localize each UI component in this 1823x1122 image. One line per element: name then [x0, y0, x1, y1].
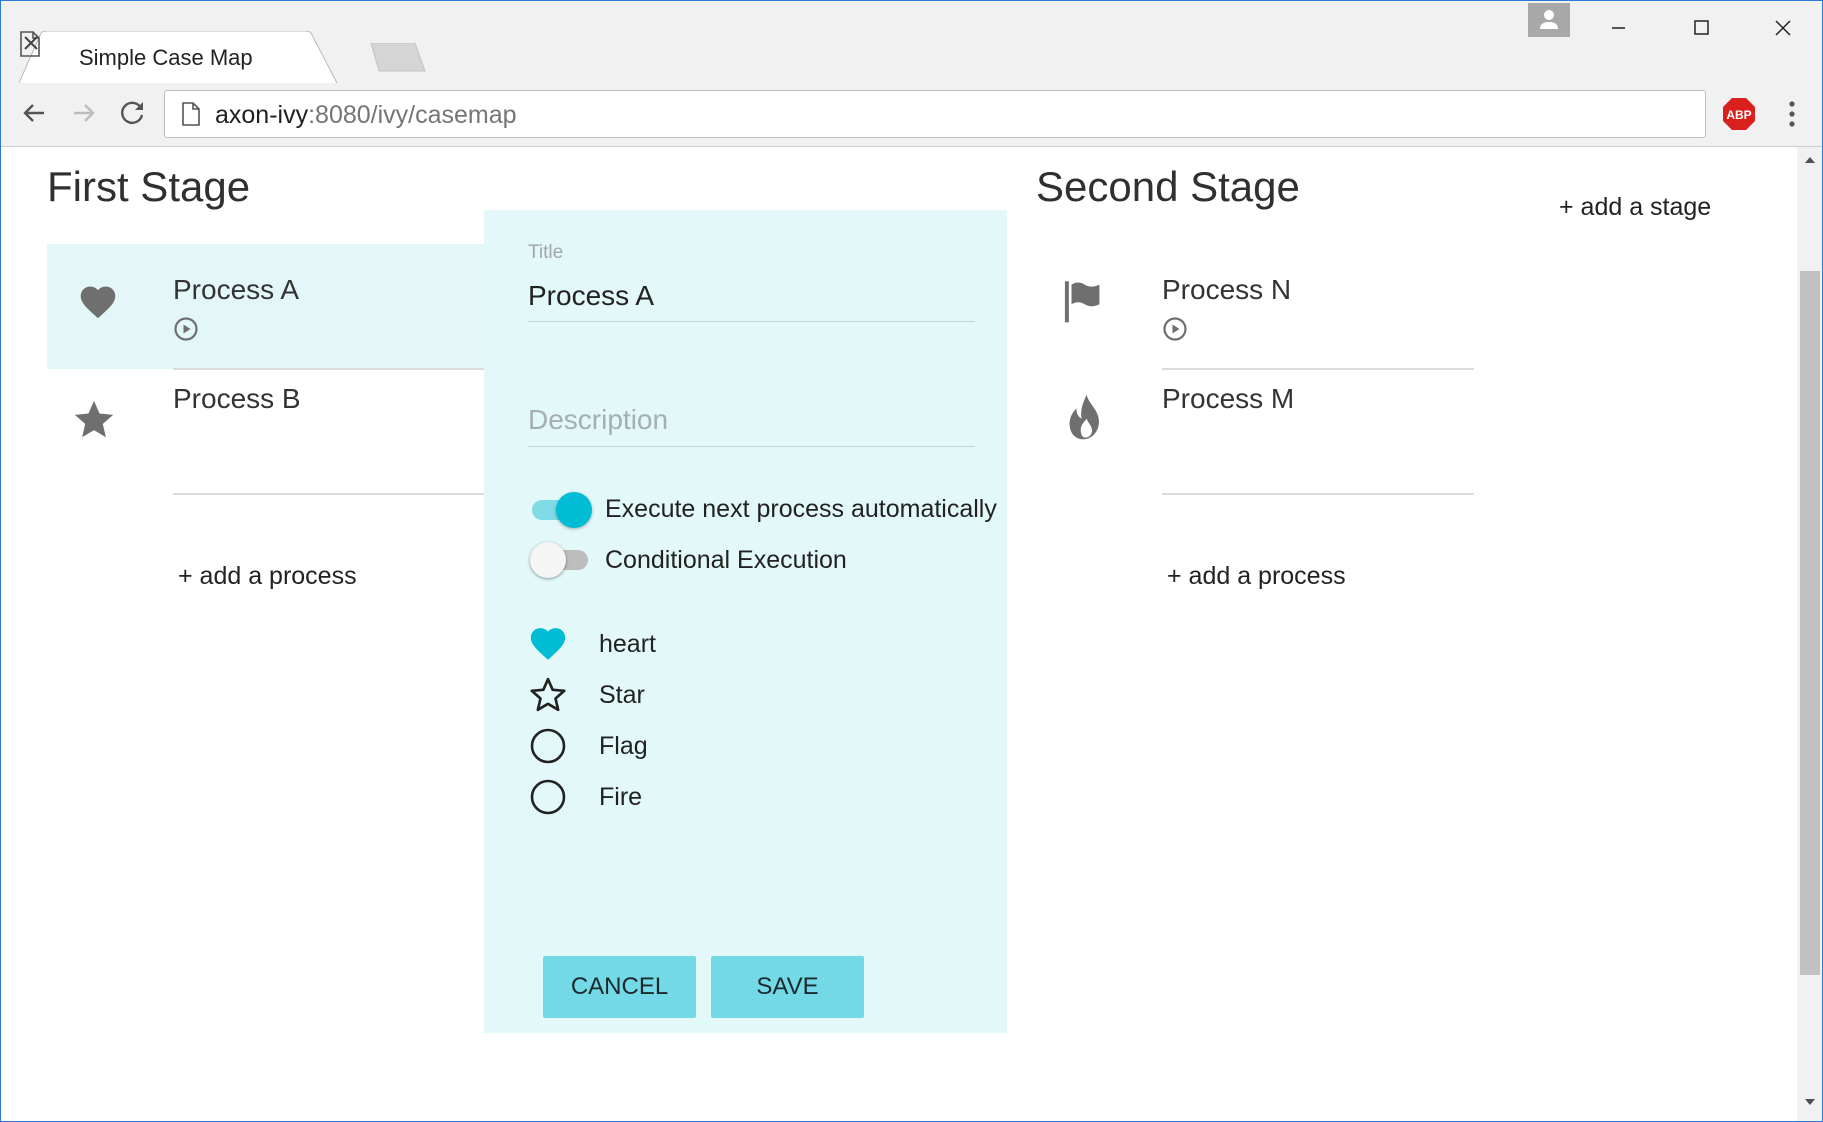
add-process-link[interactable]: + add a process	[178, 562, 357, 591]
title-underline	[528, 321, 975, 322]
icon-option-label: Flag	[599, 732, 648, 760]
star-outline-icon	[530, 677, 566, 712]
icon-option-flag[interactable]: Flag	[528, 726, 828, 766]
reload-icon[interactable]	[116, 96, 150, 130]
process-name: Process A	[173, 274, 300, 305]
close-window-icon[interactable]	[1757, 7, 1809, 47]
forward-icon[interactable]	[67, 96, 101, 130]
browser-window: Simple Case Map axon-ivy:8080/ivy/casema…	[0, 0, 1823, 1122]
title-label: Title	[528, 242, 564, 263]
play-circle-icon[interactable]	[1162, 316, 1188, 342]
title-bar: Simple Case Map	[1, 1, 1822, 83]
page-info-icon	[182, 102, 200, 126]
icon-option-star[interactable]: Star	[528, 675, 828, 715]
divider	[1162, 493, 1474, 495]
vertical-scrollbar[interactable]	[1797, 147, 1822, 1121]
page-content: First Stage Process A Process B + add a …	[1, 147, 1797, 1121]
conditional-execution-label: Conditional Execution	[605, 546, 847, 574]
flag-icon	[1064, 281, 1100, 323]
icon-option-label: Fire	[599, 783, 643, 811]
process-name: Process M	[1162, 383, 1295, 414]
process-editor-panel: Title Process A Description Execute next…	[484, 210, 1007, 1033]
icon-option-label: Star	[599, 681, 645, 709]
maximize-icon[interactable]	[1675, 7, 1727, 47]
fire-icon	[1069, 394, 1099, 440]
back-icon[interactable]	[17, 96, 51, 130]
browser-tab[interactable]: Simple Case Map	[19, 31, 371, 83]
add-process-link[interactable]: + add a process	[1167, 562, 1346, 591]
star-icon	[74, 400, 114, 438]
scroll-up-arrow-icon[interactable]	[1804, 155, 1816, 165]
conditional-execution-toggle[interactable]	[530, 542, 590, 578]
person-icon	[1540, 10, 1558, 29]
address-bar[interactable]: axon-ivy:8080/ivy/casemap	[164, 90, 1706, 138]
tab-title: Simple Case Map	[79, 45, 253, 70]
radio-unchecked-icon	[530, 779, 566, 815]
process-item-n[interactable]: Process N	[1036, 244, 1476, 369]
icon-option-heart[interactable]: heart	[528, 624, 828, 664]
process-item-m[interactable]: Process M	[1036, 369, 1476, 494]
title-input[interactable]: Process A	[528, 280, 654, 312]
play-circle-icon[interactable]	[173, 316, 199, 342]
process-name: Process N	[1162, 274, 1292, 305]
url-host: axon-ivy	[215, 101, 309, 129]
scrollbar-thumb[interactable]	[1800, 271, 1820, 975]
stage-title: Second Stage	[1036, 163, 1300, 210]
toggle-knob	[530, 542, 566, 578]
add-stage-link[interactable]: + add a stage	[1559, 193, 1711, 222]
stage-title: First Stage	[47, 163, 251, 210]
save-button[interactable]: SAVE	[711, 956, 864, 1018]
url-text: axon-ivy:8080/ivy/casemap	[215, 101, 517, 130]
process-name: Process B	[173, 383, 301, 414]
profile-button[interactable]	[1528, 3, 1570, 37]
new-tab-button[interactable]	[367, 43, 427, 73]
adblock-icon[interactable]: ABP	[1722, 97, 1756, 131]
url-path: :8080/ivy/casemap	[308, 101, 517, 129]
icon-option-fire[interactable]: Fire	[528, 777, 828, 817]
cancel-button[interactable]: CANCEL	[543, 956, 696, 1018]
icon-option-label: heart	[599, 630, 656, 658]
minimize-icon[interactable]	[1592, 7, 1644, 47]
more-menu-icon[interactable]	[1777, 97, 1807, 131]
close-tab-icon[interactable]	[19, 31, 43, 55]
scroll-down-arrow-icon[interactable]	[1804, 1097, 1816, 1107]
divider	[173, 493, 484, 495]
browser-toolbar: axon-ivy:8080/ivy/casemap ABP	[1, 83, 1822, 147]
auto-execute-label: Execute next process automatically	[605, 495, 997, 523]
toggle-knob	[556, 492, 592, 528]
process-item-a[interactable]: Process A	[47, 244, 484, 369]
svg-text:ABP: ABP	[1726, 108, 1751, 122]
description-input[interactable]: Description	[528, 404, 668, 436]
description-underline	[528, 446, 975, 447]
auto-execute-toggle[interactable]	[530, 492, 592, 528]
heart-icon	[530, 628, 566, 660]
process-item-b[interactable]: Process B	[47, 369, 484, 494]
radio-unchecked-icon	[530, 728, 566, 764]
heart-icon	[80, 286, 116, 319]
